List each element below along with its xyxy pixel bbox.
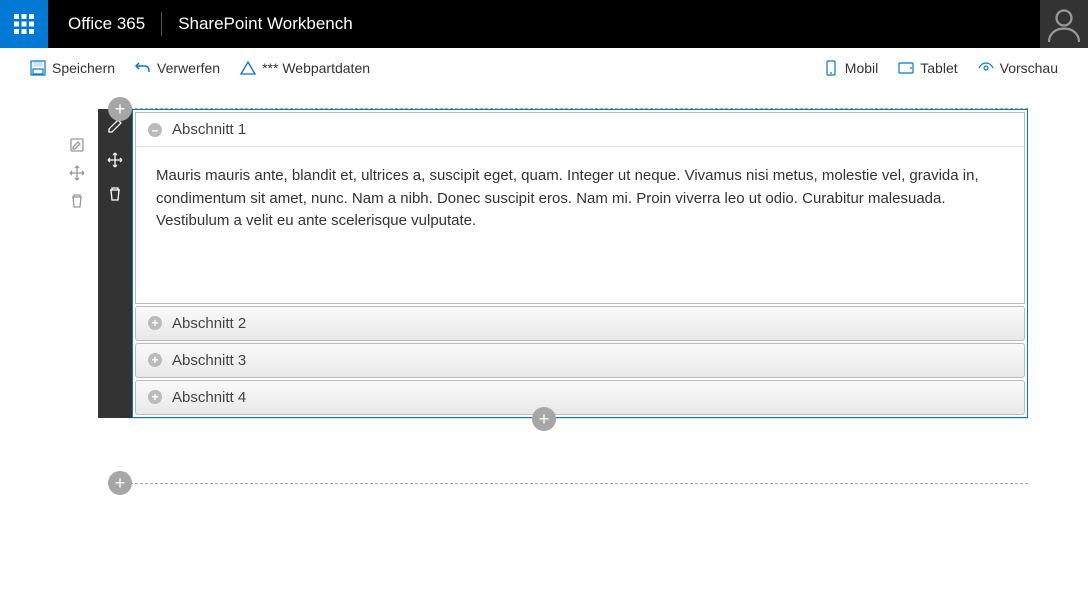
tablet-button[interactable]: Tablet: [888, 52, 967, 84]
add-section-button-bottom[interactable]: +: [108, 471, 132, 495]
undo-icon: [135, 60, 151, 76]
accordion-title-2: Abschnitt 2: [172, 315, 246, 332]
command-bar: Speichern Verwerfen *** Webpartdaten Mob…: [0, 48, 1088, 88]
expand-icon: +: [148, 316, 162, 330]
app-launcher[interactable]: [0, 0, 48, 48]
accordion: – Abschnitt 1 Mauris mauris ante, blandi…: [135, 112, 1025, 415]
add-webpart-button[interactable]: +: [532, 407, 556, 431]
expand-icon: +: [148, 390, 162, 404]
expand-icon: +: [148, 353, 162, 367]
waffle-icon: [14, 14, 34, 34]
accordion-title-1: Abschnitt 1: [172, 121, 246, 138]
top-bar: Office 365 SharePoint Workbench: [0, 0, 1088, 48]
webpart-divider: [128, 418, 1028, 419]
collapse-icon: –: [148, 123, 162, 137]
save-icon: [30, 60, 46, 76]
webpart-delete-button[interactable]: [98, 177, 132, 211]
accordion-title-4: Abschnitt 4: [172, 389, 246, 406]
tablet-label: Tablet: [920, 60, 957, 76]
accordion-title-3: Abschnitt 3: [172, 352, 246, 369]
triangle-icon: [240, 60, 256, 76]
mobile-label: Mobil: [845, 60, 878, 76]
add-section-button-top[interactable]: +: [108, 97, 132, 121]
accordion-header-1[interactable]: – Abschnitt 1: [135, 112, 1025, 147]
webpart-move-button[interactable]: [98, 143, 132, 177]
accordion-header-2[interactable]: + Abschnitt 2: [135, 306, 1025, 341]
move-icon[interactable]: [69, 165, 85, 181]
brand-label: Office 365: [48, 14, 145, 34]
edit-icon[interactable]: [69, 137, 85, 153]
save-label: Speichern: [52, 60, 115, 76]
webpart: – Abschnitt 1 Mauris mauris ante, blandi…: [132, 109, 1028, 418]
mobile-button[interactable]: Mobil: [813, 52, 888, 84]
zone-tools: [60, 109, 94, 418]
accordion-body-1: Mauris mauris ante, blandit et, ultrices…: [135, 147, 1025, 304]
eye-icon: [978, 60, 994, 76]
webpartdata-button[interactable]: *** Webpartdaten: [230, 52, 380, 84]
preview-label: Vorschau: [1000, 60, 1058, 76]
tablet-icon: [898, 60, 914, 76]
app-title: SharePoint Workbench: [178, 14, 353, 34]
webpart-tools: [98, 109, 132, 418]
save-button[interactable]: Speichern: [20, 52, 125, 84]
person-icon: [1046, 6, 1082, 42]
accordion-header-3[interactable]: + Abschnitt 3: [135, 343, 1025, 378]
user-avatar[interactable]: [1040, 0, 1088, 48]
section-divider-bottom: [120, 483, 1028, 484]
canvas: + – Abschnitt 1 Mauris mauris ant: [0, 88, 1088, 484]
webpartdata-label: *** Webpartdaten: [262, 60, 370, 76]
accordion-header-4[interactable]: + Abschnitt 4: [135, 380, 1025, 415]
discard-button[interactable]: Verwerfen: [125, 52, 230, 84]
mobile-icon: [823, 60, 839, 76]
preview-button[interactable]: Vorschau: [968, 52, 1068, 84]
discard-label: Verwerfen: [157, 60, 220, 76]
topbar-divider: [161, 12, 162, 36]
trash-icon[interactable]: [69, 193, 85, 209]
